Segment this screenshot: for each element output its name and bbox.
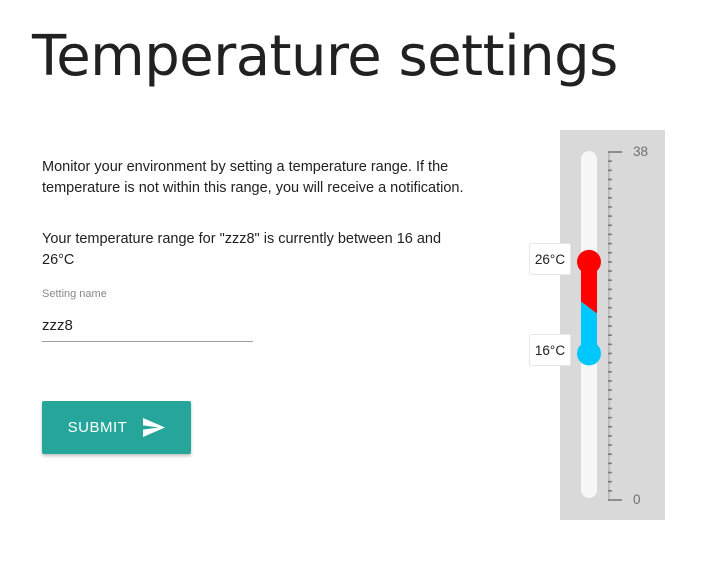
setting-name-input[interactable] [42,310,253,342]
setting-name-label: Setting name [42,288,107,300]
high-temperature-label: 26°C [529,243,571,275]
send-icon [143,418,166,437]
thermometer-graphic [577,151,622,501]
submit-button[interactable]: SUBMIT [42,401,191,454]
thermometer-panel: 38 0 [560,130,665,520]
low-temperature-handle[interactable] [577,341,601,366]
submit-button-label: SUBMIT [67,419,128,436]
intro-text: Monitor your environment by setting a te… [42,159,464,196]
range-summary-text: Your temperature range for "zzz8" is cur… [42,231,442,268]
high-temperature-handle[interactable] [577,249,601,274]
page-title: Temperature settings [32,24,618,89]
low-temperature-label: 16°C [529,334,571,366]
